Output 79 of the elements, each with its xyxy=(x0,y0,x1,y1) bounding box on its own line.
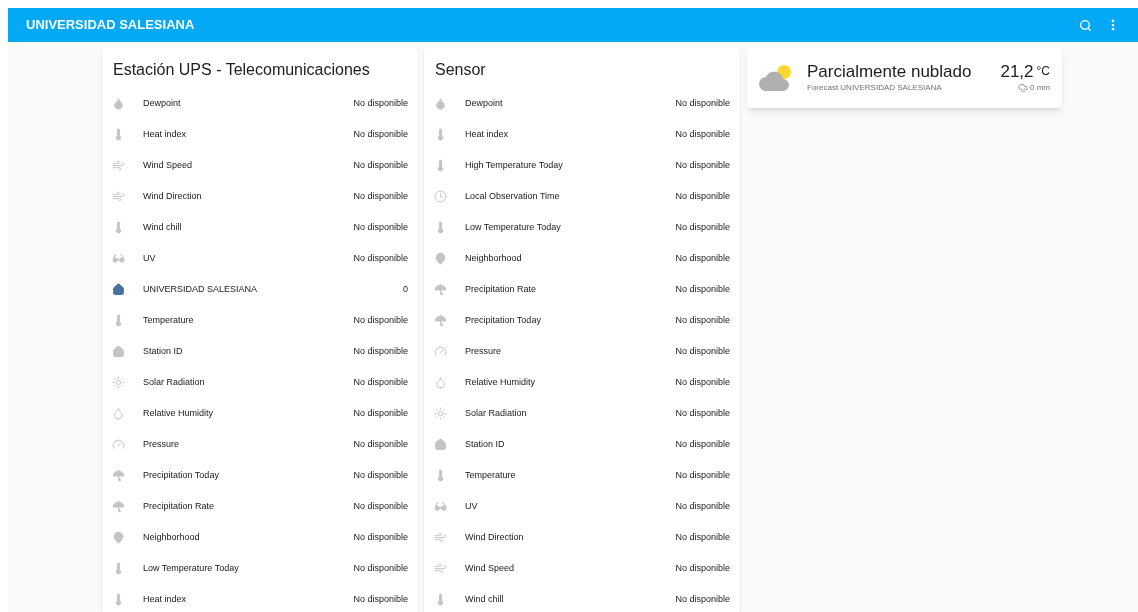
entity-state: No disponible xyxy=(675,189,730,203)
weather-condition: Parcialmente nublado xyxy=(807,62,972,82)
entity-state: No disponible xyxy=(353,499,408,513)
entity-name[interactable]: Temperature xyxy=(465,468,516,483)
entity-state: No disponible xyxy=(675,220,730,234)
entity-state: No disponible xyxy=(675,251,730,265)
entity-name[interactable]: High Temperature Today xyxy=(465,158,563,173)
entity-state: No disponible xyxy=(353,251,408,265)
entity-name[interactable]: Dewpoint xyxy=(143,96,181,111)
search-icon[interactable] xyxy=(1079,18,1092,32)
card-title: Estación UPS - Telecomunicaciones xyxy=(112,60,371,80)
entity-name[interactable]: UV xyxy=(465,499,478,514)
entity-name[interactable]: Local Observation Time xyxy=(465,189,560,204)
entity-state: No disponible xyxy=(675,561,730,575)
entity-state: No disponible xyxy=(675,375,730,389)
entity-name[interactable]: Low Temperature Today xyxy=(143,561,239,576)
entity-name[interactable]: Dewpoint xyxy=(465,96,503,111)
entity-state: No disponible xyxy=(353,344,408,358)
entity-state: No disponible xyxy=(353,468,408,482)
entity-name[interactable]: Solar Radiation xyxy=(465,406,527,421)
entity-state: No disponible xyxy=(675,499,730,513)
entity-state: No disponible xyxy=(675,313,730,327)
entity-name[interactable]: Heat index xyxy=(143,127,187,142)
entity-name[interactable]: Relative Humidity xyxy=(465,375,536,390)
entity-name[interactable]: Solar Radiation xyxy=(143,375,205,390)
entity-state: No disponible xyxy=(353,530,408,544)
entity-state: No disponible xyxy=(675,468,730,482)
entity-state: No disponible xyxy=(353,561,408,575)
entity-state: No disponible xyxy=(353,158,408,172)
entity-state: No disponible xyxy=(353,127,408,141)
entity-name[interactable]: Pressure xyxy=(465,344,501,359)
entity-name[interactable]: Heat index xyxy=(465,127,509,142)
entity-state: No disponible xyxy=(675,127,730,141)
entity-name[interactable]: UV xyxy=(143,251,156,266)
weather-subtitle: Forecast UNIVERSIDAD SALESIANA xyxy=(807,82,943,94)
entity-state: No disponible xyxy=(353,189,408,203)
entity-name[interactable]: Station ID xyxy=(465,437,505,452)
temperature-unit: °C xyxy=(1036,63,1050,80)
temperature-value: 21,2 xyxy=(1000,62,1034,82)
weather-card[interactable]: Parcialmente nublado Forecast UNIVERSIDAD SALESIANA 21,2 °C 0 mm xyxy=(747,48,1062,108)
entity-state: No disponible xyxy=(353,406,408,420)
card-title: Sensor xyxy=(434,60,487,80)
entity-state: No disponible xyxy=(353,375,408,389)
entity-name[interactable]: Neighborhood xyxy=(465,251,522,266)
entity-state: No disponible xyxy=(353,592,408,606)
rain-cloud-icon xyxy=(1018,83,1028,93)
entity-name[interactable]: Low Temperature Today xyxy=(465,220,561,235)
entity-name[interactable]: Heat index xyxy=(143,592,187,607)
entity-state: No disponible xyxy=(675,158,730,172)
entity-name[interactable]: Temperature xyxy=(143,313,194,328)
entity-name[interactable]: Wind chill xyxy=(143,220,182,235)
entity-name[interactable]: Wind chill xyxy=(465,592,504,607)
precipitation-value: 0 mm xyxy=(1030,82,1050,94)
entity-name[interactable]: Neighborhood xyxy=(143,530,200,545)
entity-state: No disponible xyxy=(675,530,730,544)
entity-name[interactable]: Precipitation Rate xyxy=(465,282,537,297)
entity-name[interactable]: Precipitation Today xyxy=(465,313,541,328)
entity-state: No disponible xyxy=(353,220,408,234)
entity-state: No disponible xyxy=(353,437,408,451)
entity-state: No disponible xyxy=(675,437,730,451)
entity-state: No disponible xyxy=(353,313,408,327)
entity-name[interactable]: Precipitation Today xyxy=(143,468,219,483)
header-title: UNIVERSIDAD SALESIANA xyxy=(26,16,195,35)
entity-name[interactable]: Wind Direction xyxy=(143,189,202,204)
entity-state: No disponible xyxy=(675,592,730,606)
entity-name[interactable]: Pressure xyxy=(143,437,179,452)
entity-state: No disponible xyxy=(353,96,408,110)
entity-name[interactable]: Wind Direction xyxy=(465,530,524,545)
entity-name[interactable]: Relative Humidity xyxy=(143,406,214,421)
entity-name[interactable]: Precipitation Rate xyxy=(143,499,215,514)
entity-name[interactable]: Wind Speed xyxy=(143,158,193,173)
entity-state: No disponible xyxy=(675,344,730,358)
entity-name[interactable]: UNIVERSIDAD SALESIANA xyxy=(143,282,258,297)
entity-state: No disponible xyxy=(675,96,730,110)
entity-name[interactable]: Wind Speed xyxy=(465,561,515,576)
entity-name[interactable]: Station ID xyxy=(143,344,183,359)
entity-state: No disponible xyxy=(675,406,730,420)
entity-state: 0 xyxy=(403,282,408,296)
entity-state: No disponible xyxy=(675,282,730,296)
